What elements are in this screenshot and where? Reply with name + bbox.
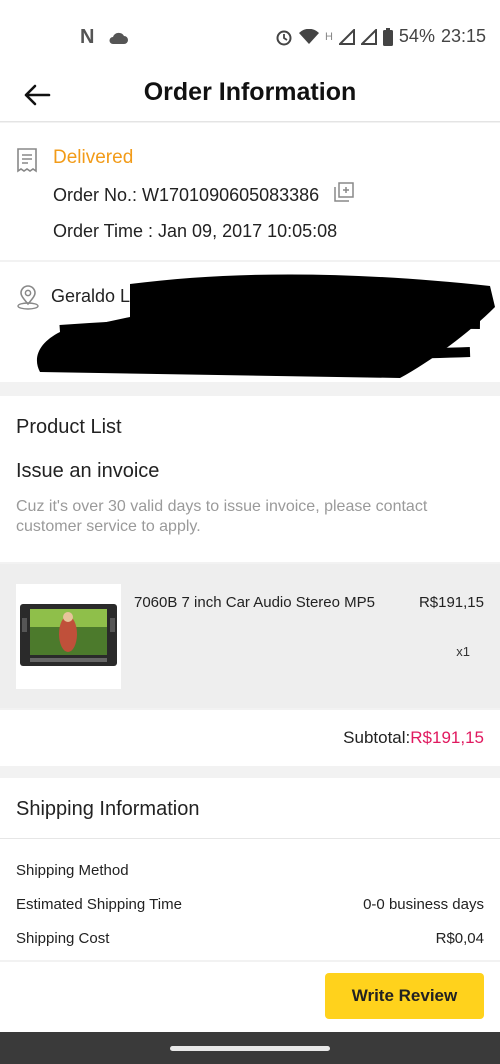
battery-percent: 54% [398, 26, 435, 46]
clock: 23:15 [440, 26, 486, 46]
shipping-info-section: Shipping Information Shipping Method Est… [0, 778, 500, 960]
wifi-icon [298, 28, 319, 44]
alarm-icon [276, 30, 292, 45]
notification-n-icon: N [80, 26, 95, 48]
redaction-scribble [36, 274, 495, 378]
product-list-section: Product List Issue an invoice Cuz it's o… [0, 396, 500, 562]
subtotal-row: Subtotal:R$191,15 [0, 710, 500, 766]
network-h-icon: H [324, 30, 333, 43]
invoice-note: Cuz it's over 30 valid days to issue inv… [16, 498, 428, 535]
copy-icon[interactable] [333, 181, 355, 203]
home-gesture-handle[interactable] [170, 1046, 330, 1051]
order-status: Delivered [53, 147, 134, 168]
system-nav-bar [0, 1032, 500, 1064]
divider [0, 838, 500, 839]
cloud-icon [109, 32, 129, 44]
order-summary: Delivered Order No.: W1701090605083386 O… [0, 123, 500, 260]
product-thumbnail [16, 584, 121, 689]
subtotal-text: Subtotal: [343, 728, 411, 747]
product-name: 7060B 7 inch Car Audio Stereo MP5 [134, 594, 375, 611]
order-number: Order No.: W1701090605083386 [53, 185, 320, 205]
product-price: R$191,15 [418, 594, 484, 611]
subtotal-label: Subtotal:R$191,15 [343, 728, 484, 748]
issue-invoice-heading[interactable]: Issue an invoice [16, 460, 159, 483]
action-bar: Write Review [0, 962, 500, 1032]
app-bar: Order Information [0, 66, 500, 122]
order-time: Order Time : Jan 09, 2017 10:05:08 [53, 221, 338, 241]
estimated-time-label: Estimated Shipping Time [16, 896, 182, 913]
page-title: Order Information [143, 78, 357, 106]
shipping-heading: Shipping Information [16, 798, 200, 820]
product-item[interactable]: 7060B 7 inch Car Audio Stereo MP5 R$191,… [0, 564, 500, 708]
battery-icon [382, 27, 393, 46]
receipt-icon [17, 148, 37, 173]
write-review-button[interactable]: Write Review [325, 973, 484, 1019]
status-bar: N H 54% 23:15 [0, 0, 500, 66]
product-list-heading: Product List [16, 416, 122, 438]
signal-icon [338, 28, 355, 45]
product-quantity: x1 [456, 644, 470, 659]
subtotal-value: R$191,15 [410, 728, 484, 747]
shipping-address: Geraldo L [0, 262, 500, 382]
shipping-cost-value: R$0,04 [435, 930, 484, 947]
car-stereo-image [20, 604, 117, 666]
shipping-cost-label: Shipping Cost [16, 930, 110, 947]
shipping-method-label: Shipping Method [16, 862, 129, 879]
estimated-time-value: 0-0 business days [363, 896, 484, 913]
signal-2-icon [360, 28, 377, 45]
